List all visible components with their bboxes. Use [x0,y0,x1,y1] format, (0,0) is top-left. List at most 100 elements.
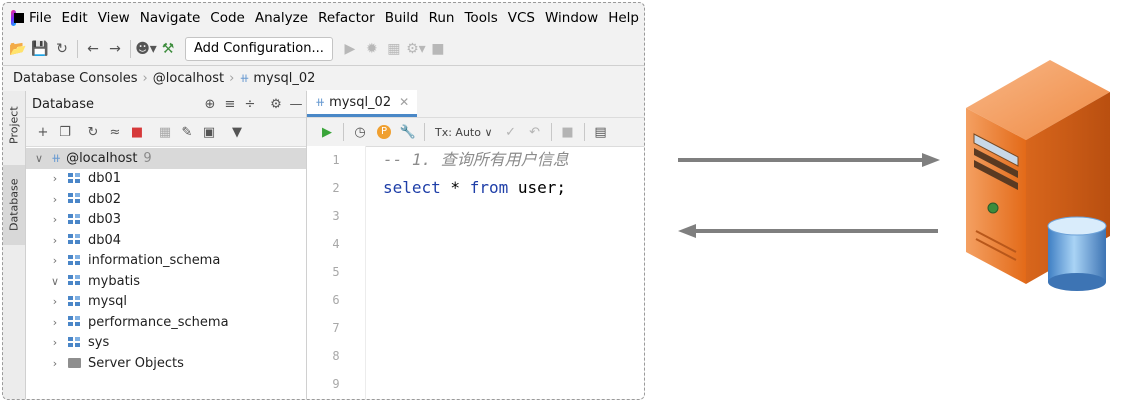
line-number: 4 [332,237,340,251]
edit-icon[interactable]: ✎ [176,125,198,140]
database-panel: Database ⊕ ≡ ÷ ⚙ — + ❐ ↻ ≈ ■ ▦ ✎ ▣ ▼ ∨ ⧺… [26,91,307,399]
tab-database-label: Database [7,178,21,232]
tree-item[interactable]: › performance_schema [26,312,306,333]
tab-mysql-02[interactable]: ⧺ mysql_02 ✕ [307,90,418,117]
code-line-2[interactable]: select * from user; [383,174,644,202]
tab-database[interactable]: Database [3,165,25,245]
menu-view[interactable]: View [93,10,135,26]
collapse-icon[interactable]: ÷ [240,97,260,112]
tree-item[interactable]: › db04 [26,230,306,251]
breadcrumb-root[interactable]: Database Consoles [13,71,138,86]
chevron-right-icon[interactable]: › [48,316,62,329]
tree-item[interactable]: › mysql [26,292,306,313]
breadcrumb-console[interactable]: mysql_02 [253,71,315,86]
code-lines[interactable]: -- 1. 查询所有用户信息 select * from user; [383,146,644,202]
user-icon[interactable]: ☻▾ [135,41,157,57]
results-icon[interactable]: ▤ [589,125,613,140]
save-icon[interactable]: 💾 [29,41,51,57]
menu-analyze[interactable]: Analyze [250,10,313,26]
commit-icon[interactable]: ✓ [499,125,523,140]
chevron-right-icon[interactable]: › [48,193,62,206]
toolbar-divider [424,123,425,141]
tree-item[interactable]: › sys [26,333,306,354]
chevron-right-icon[interactable]: › [48,357,62,370]
response-arrow [678,224,938,238]
stop-icon[interactable]: ■ [427,41,449,57]
build-hammer-icon[interactable]: ⚒ [157,41,179,57]
stop-square-icon[interactable]: ■ [126,125,148,140]
refresh-icon[interactable]: ↻ [82,125,104,140]
console-icon[interactable]: ▣ [198,125,220,140]
add-configuration-button[interactable]: Add Configuration... [185,37,333,61]
line-number: 5 [332,265,340,279]
sql-table: user; [508,178,567,197]
menu-edit[interactable]: Edit [57,10,93,26]
tree-root-label: @localhost [66,150,138,166]
tree-item[interactable]: › db01 [26,169,306,190]
tab-project[interactable]: Project [3,95,25,155]
add-icon[interactable]: + [32,125,54,140]
tree-item[interactable]: › db02 [26,189,306,210]
schema-icon[interactable]: ≈ [104,125,126,140]
rollback-icon[interactable]: ↶ [523,125,547,140]
copy-icon[interactable]: ❐ [54,125,76,140]
execute-icon[interactable]: ▶ [315,125,339,140]
menu-window[interactable]: Window [540,10,603,26]
tree-item[interactable]: › db03 [26,210,306,231]
parameter-icon[interactable]: P [377,125,391,139]
table-icon[interactable]: ▦ [154,125,176,140]
schema-icon [68,275,82,287]
forward-arrow-icon[interactable]: → [104,41,126,57]
transaction-mode-select[interactable]: Tx: Auto ∨ [435,126,493,139]
history-icon[interactable]: ◷ [348,125,372,140]
chevron-right-icon[interactable]: › [48,295,62,308]
breadcrumb-separator: › [142,70,148,86]
menu-code[interactable]: Code [205,10,250,26]
folder-icon [68,358,81,369]
profile-icon[interactable]: ⚙▾ [405,41,427,57]
app-logo-icon[interactable] [11,10,24,26]
menu-build[interactable]: Build [380,10,424,26]
menu-vcs[interactable]: VCS [503,10,540,26]
locate-icon[interactable]: ⊕ [200,97,220,112]
chevron-right-icon[interactable]: › [48,234,62,247]
console-icon: ⧺ [315,95,326,109]
editor-tabbar: ⧺ mysql_02 ✕ [307,90,644,118]
tree-item-label: information_schema [88,253,221,269]
settings-wrench-icon[interactable]: 🔧 [396,125,420,140]
cancel-icon[interactable]: ■ [556,125,580,140]
code-editor[interactable]: 1 2 3 4 5 6 7 8 9 -- 1. 查询所有用户信息 select * from u… [307,146,644,399]
sync-icon[interactable]: ↻ [51,41,73,57]
chevron-right-icon[interactable]: › [48,336,62,349]
minimize-icon[interactable]: — [286,97,306,112]
tree-item[interactable]: ∨ mybatis [26,271,306,292]
gear-icon[interactable]: ⚙ [266,97,286,112]
coverage-icon[interactable]: ▦ [383,41,405,57]
expand-icon[interactable]: ≡ [220,97,240,112]
menu-refactor[interactable]: Refactor [313,10,380,26]
chevron-right-icon[interactable]: › [48,172,62,185]
menu-help[interactable]: Help [603,10,644,26]
line-number: 9 [332,377,340,391]
menu-navigate[interactable]: Navigate [135,10,206,26]
tree-item[interactable]: › Server Objects [26,353,306,374]
menu-run[interactable]: Run [424,10,460,26]
chevron-right-icon[interactable]: › [48,254,62,267]
filter-icon[interactable]: ▼ [226,125,248,140]
chevron-right-icon[interactable]: › [48,213,62,226]
chevron-down-icon[interactable]: ∨ [32,152,46,165]
open-folder-icon[interactable]: 📂 [7,41,29,57]
chevron-down-icon[interactable]: ∨ [48,275,62,288]
tree-item[interactable]: › information_schema [26,251,306,272]
debug-icon[interactable]: ✹ [361,41,383,57]
breadcrumb-host[interactable]: @localhost [153,71,224,86]
menu-file[interactable]: File [24,10,57,26]
code-line-1[interactable]: -- 1. 查询所有用户信息 [383,146,644,174]
tree-root-localhost[interactable]: ∨ ⧺ @localhost 9 [26,148,306,169]
toolbar-divider [130,40,131,58]
close-icon[interactable]: ✕ [399,95,409,109]
schema-icon [68,336,82,349]
run-icon[interactable]: ▶ [339,41,361,57]
menu-tools[interactable]: Tools [459,10,502,26]
back-arrow-icon[interactable]: ← [82,41,104,57]
